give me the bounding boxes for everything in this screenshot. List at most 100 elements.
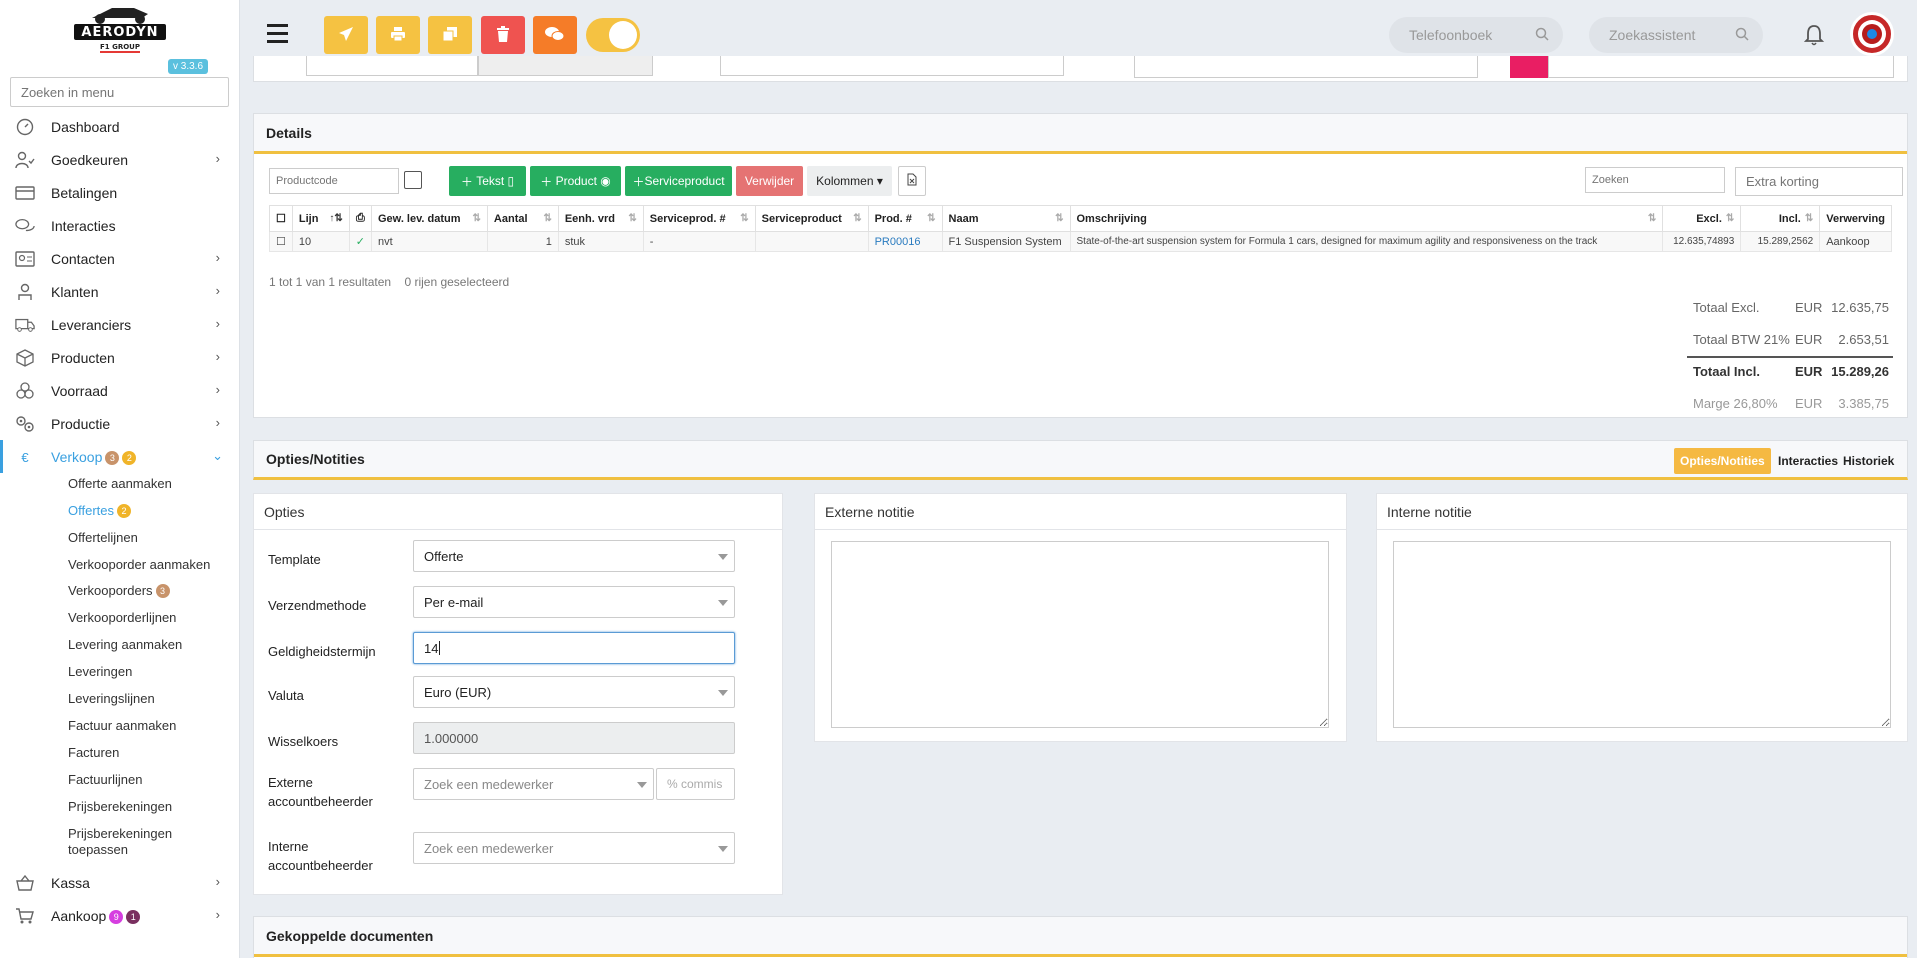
row-checkbox[interactable]: ☐ bbox=[269, 231, 293, 252]
add-product-button[interactable]: ＋ Product ◉ bbox=[530, 166, 621, 196]
sub-verkooporders[interactable]: Verkooporders 3 bbox=[68, 583, 170, 598]
excel-export-button[interactable] bbox=[898, 166, 926, 196]
add-serviceproduct-button[interactable]: ＋ Serviceproduct bbox=[625, 166, 732, 196]
nav-goedkeuren[interactable]: Goedkeuren › bbox=[0, 143, 239, 176]
sub-offerte-aanmaken[interactable]: Offerte aanmaken bbox=[68, 476, 172, 491]
tab-opties-notities[interactable]: Opties/Notities bbox=[1674, 448, 1771, 474]
nav-contacten[interactable]: Contacten › bbox=[0, 242, 239, 275]
col-serviceproduct[interactable]: Serviceproduct ⇅ bbox=[754, 205, 869, 232]
total-vat-label: Totaal BTW 21% bbox=[1693, 332, 1790, 347]
sub-factuur-aanmaken[interactable]: Factuur aanmaken bbox=[68, 718, 176, 733]
sub-factuurlijnen[interactable]: Factuurlijnen bbox=[68, 772, 142, 787]
commission-input[interactable]: % commis bbox=[656, 768, 735, 800]
sub-leveringen[interactable]: Leveringen bbox=[68, 664, 132, 679]
col-excl[interactable]: Excl. ⇅ bbox=[1662, 205, 1742, 232]
nav-voorraad[interactable]: Voorraad › bbox=[0, 374, 239, 407]
col-eenheid[interactable]: Eenh. vrd ⇅ bbox=[557, 205, 644, 232]
options-subtitle: Opties bbox=[254, 494, 782, 530]
col-omschrijving[interactable]: Omschrijving ⇅ bbox=[1069, 205, 1664, 232]
col-verwerving[interactable]: Verwerving bbox=[1819, 205, 1892, 232]
details-panel: Details ＋ Tekst ▯ ＋ Product ◉ ＋Servicepr… bbox=[253, 113, 1908, 418]
sub-facturen[interactable]: Facturen bbox=[68, 745, 119, 760]
sub-verkooporder-aanmaken[interactable]: Verkooporder aanmaken bbox=[68, 557, 210, 572]
chevron-right-icon: › bbox=[215, 250, 220, 265]
table-search-input[interactable] bbox=[1585, 167, 1725, 193]
nav-label: Leveranciers bbox=[51, 317, 132, 333]
sub-prijsberekeningen-toepassen[interactable]: Prijsberekeningen toepassen bbox=[68, 826, 218, 858]
print-button[interactable] bbox=[376, 16, 420, 54]
plus-icon: ＋ bbox=[540, 174, 556, 189]
sub-levering-aanmaken[interactable]: Levering aanmaken bbox=[68, 637, 182, 652]
sub-leveringslijnen[interactable]: Leveringslijnen bbox=[68, 691, 155, 706]
internal-note-textarea[interactable] bbox=[1393, 541, 1891, 728]
phonebook-search-input[interactable]: Telefoonboek bbox=[1389, 17, 1563, 53]
select-all-checkbox[interactable]: ☐ bbox=[269, 205, 293, 232]
header-field[interactable] bbox=[478, 56, 653, 76]
internal-manager-select[interactable]: Zoek een medewerker bbox=[413, 832, 735, 864]
nav-leveranciers[interactable]: Leveranciers › bbox=[0, 308, 239, 341]
svg-text:AERODYN: AERODYN bbox=[81, 25, 158, 40]
extra-discount-input[interactable] bbox=[1735, 167, 1903, 196]
nav-productie[interactable]: Productie › bbox=[0, 407, 239, 440]
productcode-input[interactable] bbox=[269, 168, 399, 194]
col-naam[interactable]: Naam ⇅ bbox=[941, 205, 1071, 232]
user-avatar[interactable] bbox=[1850, 12, 1894, 56]
nav-producten[interactable]: Producten › bbox=[0, 341, 239, 374]
col-prod-nr[interactable]: Prod. # ⇅ bbox=[867, 205, 943, 232]
options-subpanel: Opties Template Offerte Verzendmethode P… bbox=[253, 493, 783, 895]
tab-historiek[interactable]: Historiek bbox=[1837, 448, 1900, 474]
delete-button[interactable] bbox=[481, 16, 525, 54]
bell-icon[interactable] bbox=[1803, 24, 1825, 49]
nav-klanten[interactable]: Klanten › bbox=[0, 275, 239, 308]
sub-verkooporderlijnen[interactable]: Verkooporderlijnen bbox=[68, 610, 176, 625]
nav-aankoop[interactable]: Aankoop 9 1 › bbox=[0, 899, 239, 932]
external-manager-select[interactable]: Zoek een medewerker bbox=[413, 768, 654, 800]
cube-icon: ◉ bbox=[596, 174, 611, 188]
plus-icon: ＋ bbox=[632, 174, 645, 189]
col-lijn[interactable]: Lijn ↑⇅ bbox=[291, 205, 350, 232]
template-select[interactable]: Offerte bbox=[413, 540, 735, 572]
details-title: Details bbox=[254, 114, 1907, 154]
shipping-method-select[interactable]: Per e-mail bbox=[413, 586, 735, 618]
header-field[interactable] bbox=[306, 56, 478, 76]
col-datum[interactable]: Gew. lev. datum ⇅ bbox=[371, 205, 488, 232]
cell-excl: 12.635,74893 bbox=[1662, 231, 1742, 252]
product-link[interactable]: PR00016 bbox=[867, 231, 943, 252]
sub-offertes[interactable]: Offertes 2 bbox=[68, 503, 132, 518]
sidebar: AERODYN F1 GROUP v 3.3.6 Dashboard Goedk… bbox=[0, 0, 240, 958]
header-field[interactable] bbox=[720, 56, 1064, 76]
assistant-search-input[interactable]: Zoekassistent bbox=[1589, 17, 1763, 53]
mode-toggle[interactable] bbox=[586, 18, 640, 52]
add-text-button[interactable]: ＋ Tekst ▯ bbox=[449, 166, 526, 196]
copy-button[interactable] bbox=[428, 16, 472, 54]
button-label: Product bbox=[555, 174, 597, 188]
nav-betalingen[interactable]: Betalingen bbox=[0, 176, 239, 209]
header-field[interactable] bbox=[1548, 56, 1894, 78]
sub-offertelijnen[interactable]: Offertelijnen bbox=[68, 530, 138, 545]
col-incl[interactable]: Incl. ⇅ bbox=[1740, 205, 1821, 232]
table-row[interactable]: ☐ 10 ✓ nvt 1 stuk - PR00016 F1 Suspensio… bbox=[269, 231, 1892, 252]
user-check-icon bbox=[15, 150, 35, 170]
validity-input[interactable]: 14 bbox=[413, 632, 735, 664]
external-note-textarea[interactable] bbox=[831, 541, 1329, 728]
header-field[interactable] bbox=[1134, 56, 1478, 78]
currency-select[interactable]: Euro (EUR) bbox=[413, 676, 735, 708]
tab-interacties[interactable]: Interacties bbox=[1772, 448, 1844, 474]
productcode-checkbox[interactable] bbox=[404, 171, 422, 189]
nav-interacties[interactable]: Interacties bbox=[0, 209, 239, 242]
company-logo[interactable]: AERODYN F1 GROUP bbox=[72, 4, 168, 54]
nav-dashboard[interactable]: Dashboard bbox=[0, 110, 239, 143]
linked-documents-title: Gekoppelde documenten bbox=[254, 917, 1907, 957]
columns-dropdown-button[interactable]: Kolommen ▾ bbox=[807, 166, 892, 196]
hamburger-menu-icon[interactable] bbox=[267, 24, 288, 44]
menu-search-input[interactable] bbox=[10, 77, 229, 107]
nav-verkoop[interactable]: € Verkoop 3 2 ⌄ bbox=[0, 440, 239, 473]
nav-kassa[interactable]: Kassa › bbox=[0, 866, 239, 899]
sub-prijsberekeningen[interactable]: Prijsberekeningen bbox=[68, 799, 172, 814]
col-aantal[interactable]: Aantal ⇅ bbox=[486, 205, 559, 232]
comments-button[interactable] bbox=[533, 16, 577, 54]
external-note-subpanel: Externe notitie bbox=[814, 493, 1347, 742]
col-serviceprod-nr[interactable]: Serviceprod. # ⇅ bbox=[642, 205, 756, 232]
send-button[interactable] bbox=[324, 16, 368, 54]
delete-rows-button[interactable]: Verwijder bbox=[736, 166, 803, 196]
